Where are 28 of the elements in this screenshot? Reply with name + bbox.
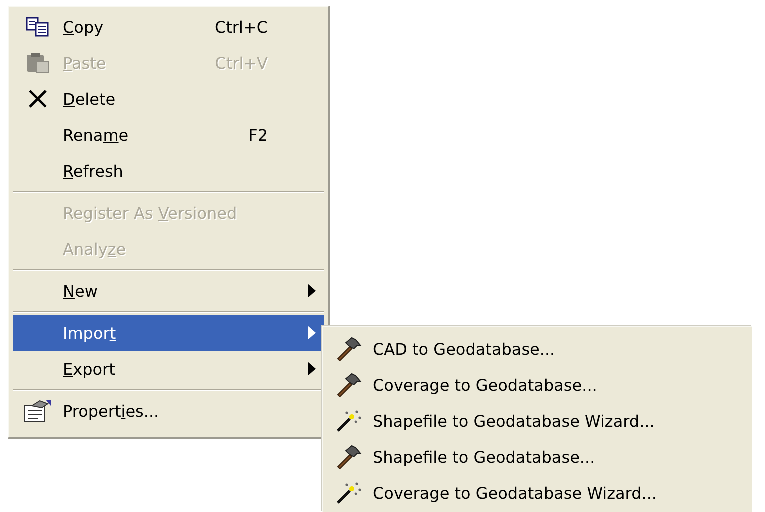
delete-icon bbox=[28, 89, 48, 109]
magic-wand-icon bbox=[335, 409, 363, 433]
menu-item[interactable]: Rename F2 bbox=[13, 117, 324, 153]
submenu-item[interactable]: Coverage to Geodatabase Wizard... bbox=[325, 475, 752, 511]
submenu-arrow-icon bbox=[308, 284, 316, 298]
properties-icon bbox=[24, 399, 52, 423]
hammer-icon bbox=[335, 337, 363, 361]
menu-item[interactable]: New bbox=[13, 273, 324, 309]
menu-item[interactable]: Copy Ctrl+C bbox=[13, 9, 324, 45]
shortcut-text: Ctrl+C bbox=[214, 18, 268, 36]
submenu-item[interactable]: CAD to Geodatabase... bbox=[325, 331, 752, 367]
menu-item[interactable]: Refresh bbox=[13, 153, 324, 189]
menu-item[interactable]: Delete bbox=[13, 81, 324, 117]
shortcut-text: F2 bbox=[248, 126, 268, 144]
menu-item[interactable]: Export bbox=[13, 351, 324, 387]
submenu-item[interactable]: Shapefile to Geodatabase... bbox=[325, 439, 752, 475]
hammer-icon bbox=[335, 373, 363, 397]
shortcut-text: Ctrl+V bbox=[214, 54, 268, 72]
submenu-arrow-icon bbox=[308, 326, 316, 340]
paste-icon bbox=[26, 52, 50, 74]
hammer-icon bbox=[335, 445, 363, 469]
copy-icon bbox=[26, 17, 50, 37]
submenu-item[interactable]: Shapefile to Geodatabase Wizard... bbox=[325, 403, 752, 439]
magic-wand-icon bbox=[335, 481, 363, 505]
submenu-item[interactable]: Coverage to Geodatabase... bbox=[325, 367, 752, 403]
menu-item[interactable]: Import bbox=[13, 315, 324, 351]
submenu-arrow-icon bbox=[308, 362, 316, 376]
menu-item[interactable]: Properties... bbox=[13, 393, 324, 429]
